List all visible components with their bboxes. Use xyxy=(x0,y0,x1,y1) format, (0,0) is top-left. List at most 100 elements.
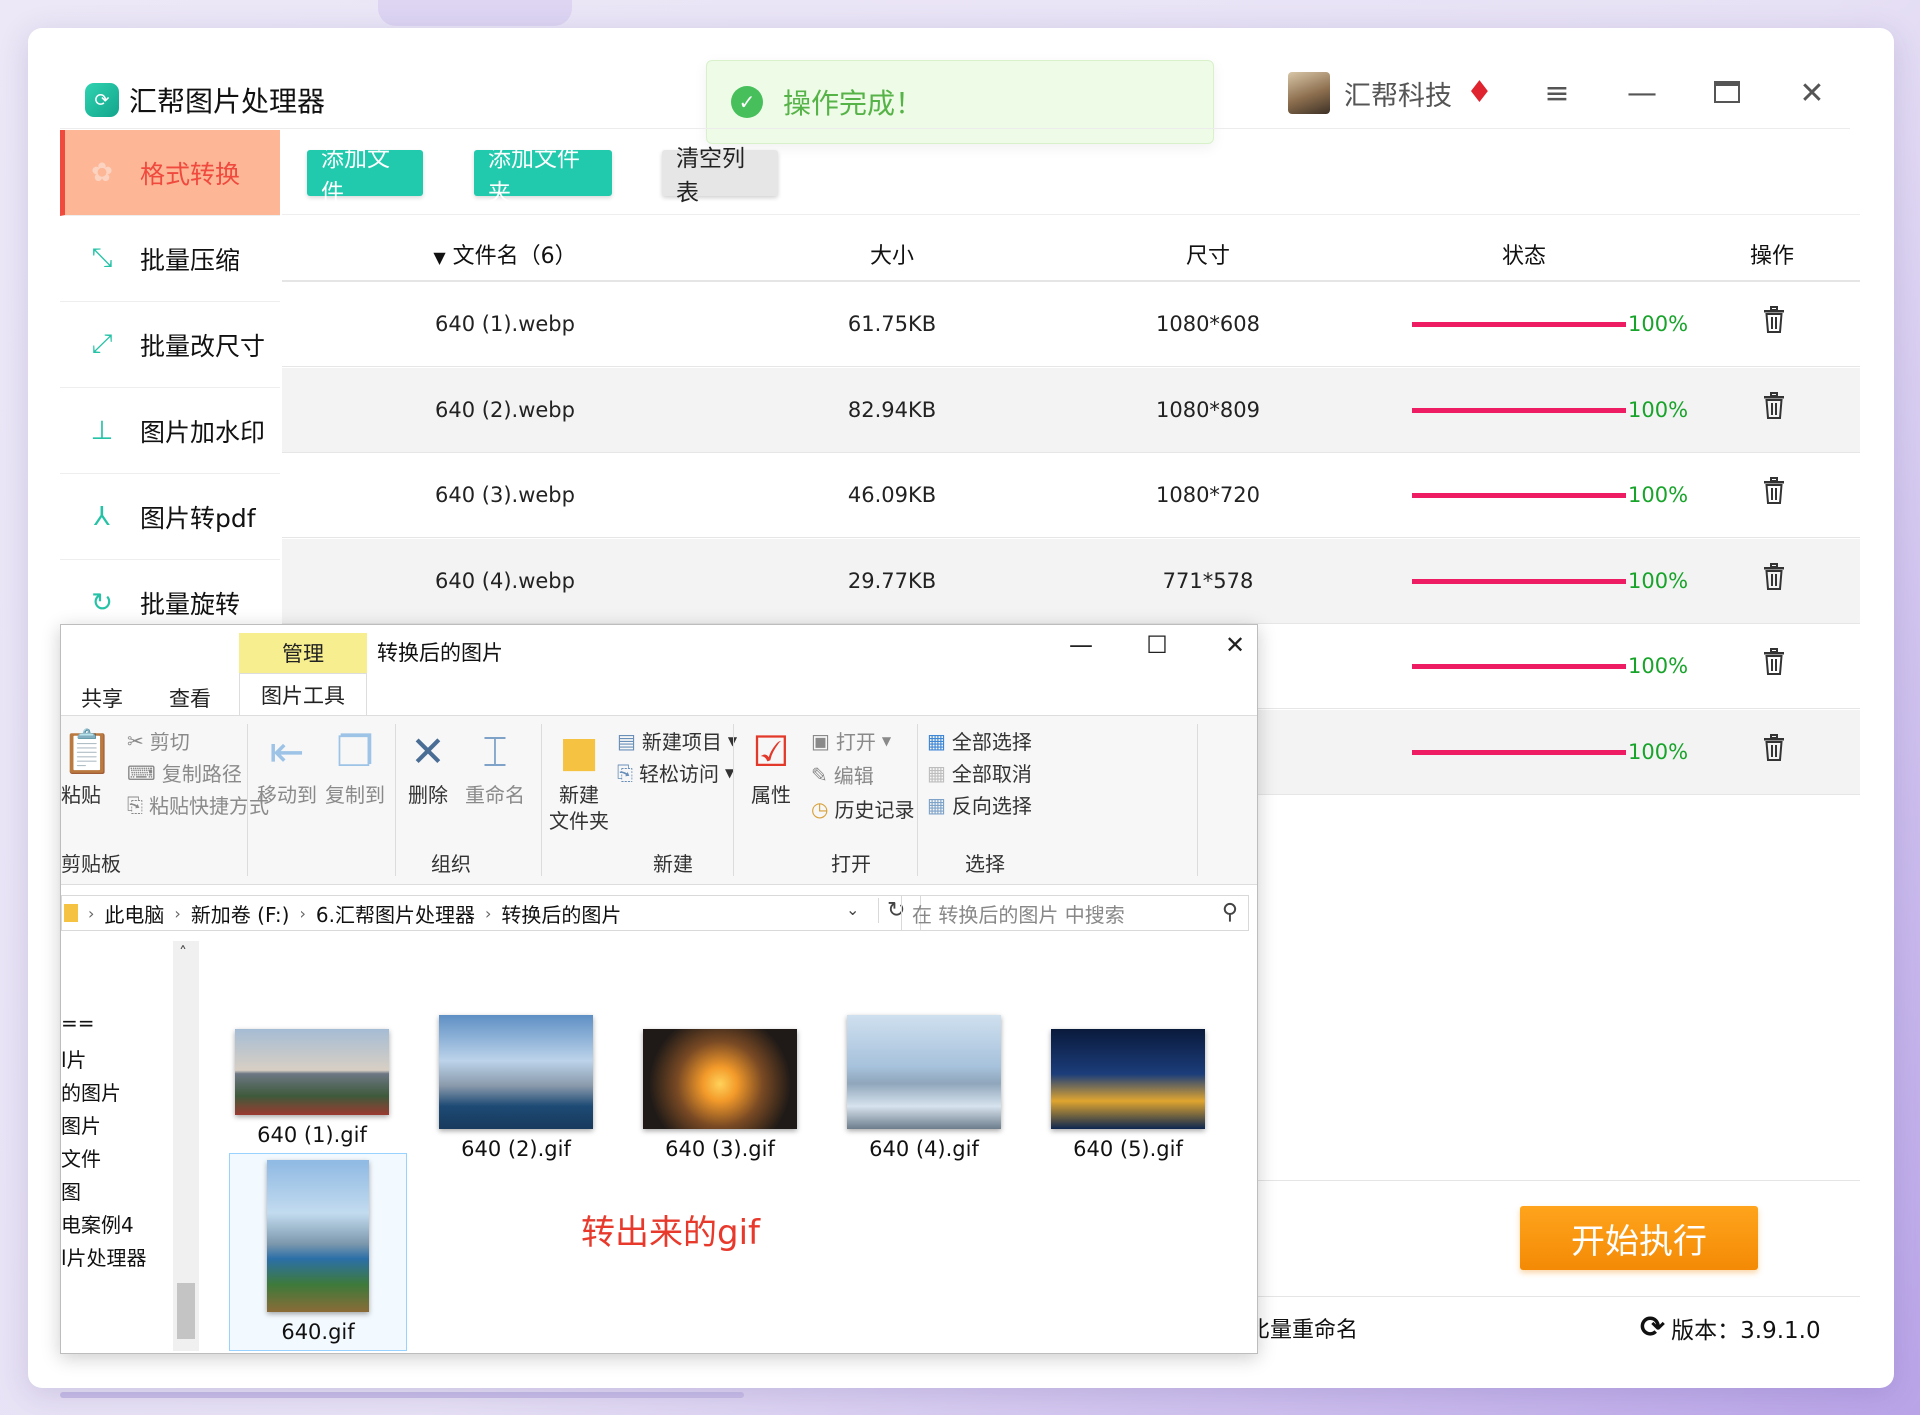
nav-item[interactable]: 的图片 xyxy=(61,1077,121,1106)
nav-item[interactable]: l片处理器 xyxy=(61,1242,147,1271)
app-title: ⟳ 汇帮图片处理器 xyxy=(85,80,325,120)
tab-share[interactable]: 共享 xyxy=(81,683,123,713)
edit-label: 编辑 xyxy=(833,764,874,788)
history-button[interactable]: ◷ 历史记录 xyxy=(811,794,914,823)
avatar[interactable] xyxy=(1288,72,1330,114)
sidebar-item-format-convert[interactable]: ✿ 格式转换 xyxy=(60,130,280,216)
search-icon[interactable]: ⚲ xyxy=(1222,900,1238,925)
invert-selection-button[interactable]: ▦ 反向选择 xyxy=(927,790,1032,819)
chevron-right-icon: › xyxy=(174,903,181,923)
user-name[interactable]: 汇帮科技 xyxy=(1344,74,1452,113)
copy-to-icon: ❐ xyxy=(336,727,374,776)
trash-icon[interactable] xyxy=(1762,477,1786,505)
select-none-button[interactable]: ▦ 全部取消 xyxy=(927,758,1032,787)
progress-fill xyxy=(1412,664,1626,669)
close-button[interactable]: ✕ xyxy=(1790,72,1834,116)
image-thumbnail xyxy=(643,1029,797,1129)
breadcrumb-current-folder[interactable]: 转换后的图片 xyxy=(501,899,621,928)
file-thumbnail[interactable]: 640 (2).gif xyxy=(435,1015,597,1161)
title-divider xyxy=(60,128,1850,129)
new-item-label: 新建项目 xyxy=(641,730,722,754)
file-thumbnail-selected[interactable]: 640.gif xyxy=(229,1153,407,1351)
select-none-icon: ▦ xyxy=(927,760,946,785)
new-folder-button[interactable]: ■ 新建 文件夹 xyxy=(549,726,609,834)
tab-manage[interactable]: 管理 xyxy=(239,633,367,673)
breadcrumb-this-pc[interactable]: 此电脑 xyxy=(104,899,164,928)
nav-item[interactable]: l片 xyxy=(61,1044,87,1073)
easy-access-button[interactable]: ⎘ 轻松访问 ▼ xyxy=(617,758,734,787)
edit-icon: ✎ xyxy=(811,762,828,787)
scrollbar-thumb[interactable] xyxy=(177,1283,195,1339)
clear-list-button[interactable]: 清空列表 xyxy=(662,146,778,206)
sidebar-item-label: 批量改尺寸 xyxy=(140,331,266,361)
breadcrumb-drive[interactable]: 新加卷 (F:) xyxy=(191,899,290,928)
properties-button[interactable]: ☑ 属性 xyxy=(741,726,801,808)
file-thumbnail[interactable]: 640 (5).gif xyxy=(1047,1029,1209,1161)
add-file-button[interactable]: 添加文件 xyxy=(307,146,423,206)
breadcrumb-app-folder[interactable]: 6.汇帮图片处理器 xyxy=(316,899,475,928)
sidebar-item-compress[interactable]: ⤡ 批量压缩 xyxy=(60,216,280,302)
sidebar-item-resize[interactable]: ⤢ 批量改尺寸 xyxy=(60,302,280,388)
trash-icon[interactable] xyxy=(1762,306,1786,334)
ribbon-separator xyxy=(1197,724,1198,876)
menu-icon[interactable]: ≡ xyxy=(1535,72,1579,116)
nav-item[interactable]: 图 xyxy=(61,1176,81,1205)
compress-arrows-icon: ⤡ xyxy=(91,243,113,273)
dropdown-arrow-icon: ▼ xyxy=(881,733,892,748)
clipboard-icon: 📋 xyxy=(61,727,114,776)
table-row[interactable]: 640 (4).webp 29.77KB 771*578 100% xyxy=(282,538,1860,624)
table-row[interactable]: 640 (2).webp 82.94KB 1080*809 100% xyxy=(282,367,1860,453)
nav-item[interactable]: == xyxy=(61,1011,95,1035)
open-button[interactable]: ▣ 打开 ▼ xyxy=(811,726,891,755)
nav-item[interactable]: 电案例4 xyxy=(61,1209,134,1238)
trash-icon[interactable] xyxy=(1762,733,1786,762)
file-thumbnail[interactable]: 640 (4).gif xyxy=(843,1015,1005,1161)
sidebar-item-watermark[interactable]: ⊥ 图片加水印 xyxy=(60,388,280,474)
trash-icon[interactable] xyxy=(1762,648,1786,676)
file-thumbnail[interactable]: 640 (3).gif xyxy=(639,1029,801,1161)
select-all-button[interactable]: ▦ 全部选择 xyxy=(927,726,1032,755)
start-button[interactable]: 开始执行 xyxy=(1520,1206,1758,1270)
rename-link[interactable]: 比量重命名 xyxy=(1248,1312,1358,1344)
table-row[interactable]: 640 (1).webp 61.75KB 1080*608 100% xyxy=(282,282,1860,367)
update-refresh-icon[interactable]: ⟳ xyxy=(1640,1310,1665,1345)
explorer-close-button[interactable]: ✕ xyxy=(1215,631,1255,659)
rename-button[interactable]: ⌶ 重命名 xyxy=(465,726,525,808)
explorer-ribbon: 📋 粘贴 ✂ 剪切 ⌨ 复制路径 ⎘ 粘贴快捷方式 剪贴板 ⇤ 移动到 ❐ 复制到 ✕… xyxy=(61,715,1257,885)
maximize-button[interactable] xyxy=(1705,72,1749,116)
scroll-up-arrow-icon[interactable]: ˄ xyxy=(179,943,187,962)
user-account[interactable]: 汇帮科技 ♦ xyxy=(1288,72,1493,114)
file-table-header: ▼ 文件名（6） 大小 尺寸 状态 操作 xyxy=(282,216,1860,282)
edit-button[interactable]: ✎ 编辑 xyxy=(811,760,874,789)
trash-icon[interactable] xyxy=(1762,562,1786,591)
copy-to-button[interactable]: ❐ 复制到 xyxy=(325,726,385,808)
explorer-maximize-button[interactable]: ☐ xyxy=(1137,631,1177,659)
add-folder-button[interactable]: 添加文件夹 xyxy=(474,146,612,206)
sidebar-item-to-pdf[interactable]: ⅄ 图片转pdf xyxy=(60,474,280,560)
trash-icon[interactable] xyxy=(1762,391,1786,420)
delete-button[interactable]: ✕ 删除 xyxy=(403,726,453,808)
address-bar[interactable]: › 此电脑 › 新加卷 (F:) › 6.汇帮图片处理器 › 转换后的图片 ⌄ … xyxy=(61,895,921,931)
scissors-icon: ✂ xyxy=(127,728,144,753)
tab-picture-tools[interactable]: 图片工具 xyxy=(239,673,367,715)
nav-item[interactable]: 文件 xyxy=(61,1143,101,1172)
chevron-down-icon[interactable]: ⌄ xyxy=(846,900,859,919)
table-row[interactable]: 640 (3).webp 46.09KB 1080*720 100% xyxy=(282,453,1860,538)
ribbon-separator xyxy=(247,724,248,876)
nav-item[interactable]: 图片 xyxy=(61,1110,101,1139)
nav-scrollbar[interactable]: ˄ xyxy=(173,941,199,1351)
progress-fill xyxy=(1412,322,1626,327)
tab-view[interactable]: 查看 xyxy=(169,683,211,713)
paste-button[interactable]: 📋 粘贴 xyxy=(61,726,114,808)
minimize-button[interactable]: — xyxy=(1620,72,1664,116)
cell-file-name: 640 (4).webp xyxy=(435,568,575,593)
vip-diamond-icon[interactable]: ♦ xyxy=(1466,78,1493,108)
explorer-minimize-button[interactable]: — xyxy=(1061,631,1101,659)
file-thumbnail[interactable]: 640 (1).gif xyxy=(231,1029,393,1147)
search-input[interactable]: 在 转换后的图片 中搜索 ⚲ xyxy=(901,895,1249,931)
new-item-button[interactable]: ▤新建项目▼ xyxy=(617,726,737,755)
cut-button[interactable]: ✂ 剪切 xyxy=(127,726,190,755)
column-header-name[interactable]: ▼ 文件名（6） xyxy=(433,238,576,270)
copy-path-button[interactable]: ⌨ 复制路径 xyxy=(127,758,242,787)
move-to-button[interactable]: ⇤ 移动到 xyxy=(257,726,317,808)
